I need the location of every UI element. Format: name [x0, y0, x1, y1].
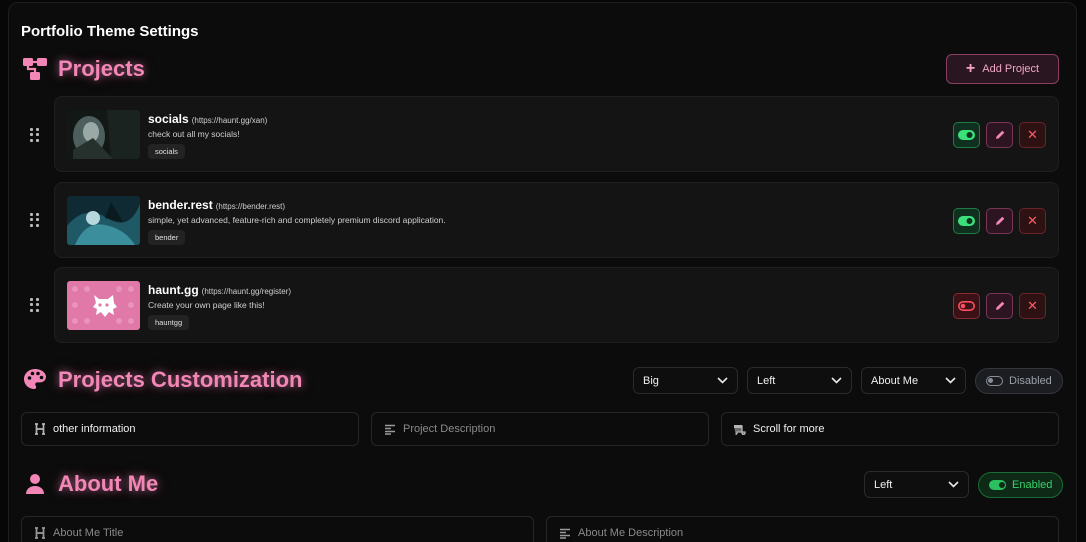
about-title-input[interactable]: About Me Title	[21, 516, 534, 542]
field-placeholder: About Me Description	[578, 527, 684, 539]
toggle-on-icon	[958, 216, 975, 226]
field-placeholder: About Me Title	[53, 527, 124, 539]
project-description: simple, yet advanced, feature-rich and c…	[148, 215, 446, 225]
about-header: About Me	[22, 471, 158, 497]
customization-toggle-label: Disabled	[1009, 375, 1052, 387]
project-name: bender.rest (https://bender.rest)	[148, 198, 286, 212]
about-description-input[interactable]: About Me Description	[546, 516, 1059, 542]
project-url: (https://haunt.gg/xan)	[191, 116, 268, 125]
position-select[interactable]: About Me	[861, 367, 966, 394]
delete-button[interactable]: ✕	[1019, 122, 1046, 148]
palette-icon	[22, 367, 48, 393]
project-name: socials (https://haunt.gg/xan)	[148, 112, 268, 126]
edit-button[interactable]	[986, 208, 1013, 234]
pencil-icon	[995, 301, 1004, 310]
pencil-icon	[995, 130, 1004, 139]
align-left-icon	[558, 527, 571, 540]
project-card: socials (https://haunt.gg/xan) check out …	[54, 96, 1059, 172]
position-select-value: About Me	[871, 374, 919, 387]
project-thumbnail	[67, 196, 140, 245]
field-value: other information	[53, 423, 136, 435]
alignment-select[interactable]: Left	[747, 367, 852, 394]
about-toggle-label: Enabled	[1012, 479, 1053, 491]
chevron-down-icon	[947, 479, 959, 491]
sitemap-icon	[22, 56, 48, 82]
align-left-icon	[383, 423, 396, 436]
customization-toggle[interactable]: Disabled	[975, 368, 1063, 394]
toggle-off-icon	[958, 301, 975, 311]
about-toggle[interactable]: Enabled	[978, 472, 1064, 498]
project-thumbnail	[67, 110, 140, 159]
about-title: About Me	[58, 471, 159, 496]
chevron-down-icon	[830, 375, 842, 387]
heading-icon	[33, 527, 46, 540]
toggle-on-icon	[989, 480, 1006, 490]
close-icon: ✕	[1027, 298, 1038, 313]
delete-button[interactable]: ✕	[1019, 208, 1046, 234]
toggle-enabled-button[interactable]	[953, 208, 980, 234]
edit-button[interactable]	[986, 122, 1013, 148]
add-project-button[interactable]: + Add Project	[946, 54, 1059, 84]
toggle-disabled-button[interactable]	[953, 293, 980, 319]
project-card: bender.rest (https://bender.rest) simple,…	[54, 182, 1059, 258]
customization-header: Projects Customization	[22, 367, 302, 393]
project-name: haunt.gg (https://haunt.gg/register)	[148, 283, 292, 297]
project-description: Create your own page like this!	[148, 300, 265, 310]
size-select[interactable]: Big	[633, 367, 738, 394]
user-icon	[22, 471, 48, 497]
field-placeholder: Project Description	[403, 423, 496, 435]
drag-handle-icon[interactable]	[30, 128, 40, 142]
pencil-icon	[995, 216, 1004, 225]
project-url: (https://bender.rest)	[215, 202, 286, 211]
chevron-down-icon	[944, 375, 956, 387]
project-card: haunt.gg (https://haunt.gg/register) Crea…	[54, 267, 1059, 343]
project-url: (https://haunt.gg/register)	[201, 287, 292, 296]
heading-icon	[33, 423, 46, 436]
projects-title: Projects	[58, 56, 145, 81]
field-value: Scroll for more	[753, 423, 825, 435]
scroll-icon	[733, 423, 746, 436]
project-description: check out all my socials!	[148, 129, 240, 139]
alignment-select-value: Left	[757, 374, 776, 387]
project-tag: socials	[148, 144, 185, 159]
customization-title: Projects Customization	[58, 367, 303, 392]
plus-icon: +	[965, 59, 976, 77]
drag-handle-icon[interactable]	[30, 213, 40, 227]
project-description-input[interactable]: Project Description	[371, 412, 709, 446]
about-alignment-value: Left	[874, 478, 893, 491]
projects-header: Projects	[22, 56, 145, 82]
chevron-down-icon	[716, 375, 728, 387]
toggle-enabled-button[interactable]	[953, 122, 980, 148]
delete-button[interactable]: ✕	[1019, 293, 1046, 319]
project-thumbnail	[67, 281, 140, 330]
drag-handle-icon[interactable]	[30, 298, 40, 312]
add-project-label: Add Project	[982, 63, 1040, 75]
close-icon: ✕	[1027, 127, 1038, 142]
toggle-on-icon	[958, 130, 975, 140]
project-tag: bender	[148, 230, 186, 245]
scroll-text-input[interactable]: Scroll for more	[721, 412, 1059, 446]
toggle-off-icon	[986, 376, 1003, 386]
other-information-input[interactable]: other information	[21, 412, 359, 446]
edit-button[interactable]	[986, 293, 1013, 319]
page-title: Portfolio Theme Settings	[21, 23, 199, 40]
size-select-value: Big	[643, 374, 659, 387]
project-tag: hauntgg	[148, 315, 190, 330]
close-icon: ✕	[1027, 213, 1038, 228]
about-alignment-select[interactable]: Left	[864, 471, 969, 498]
